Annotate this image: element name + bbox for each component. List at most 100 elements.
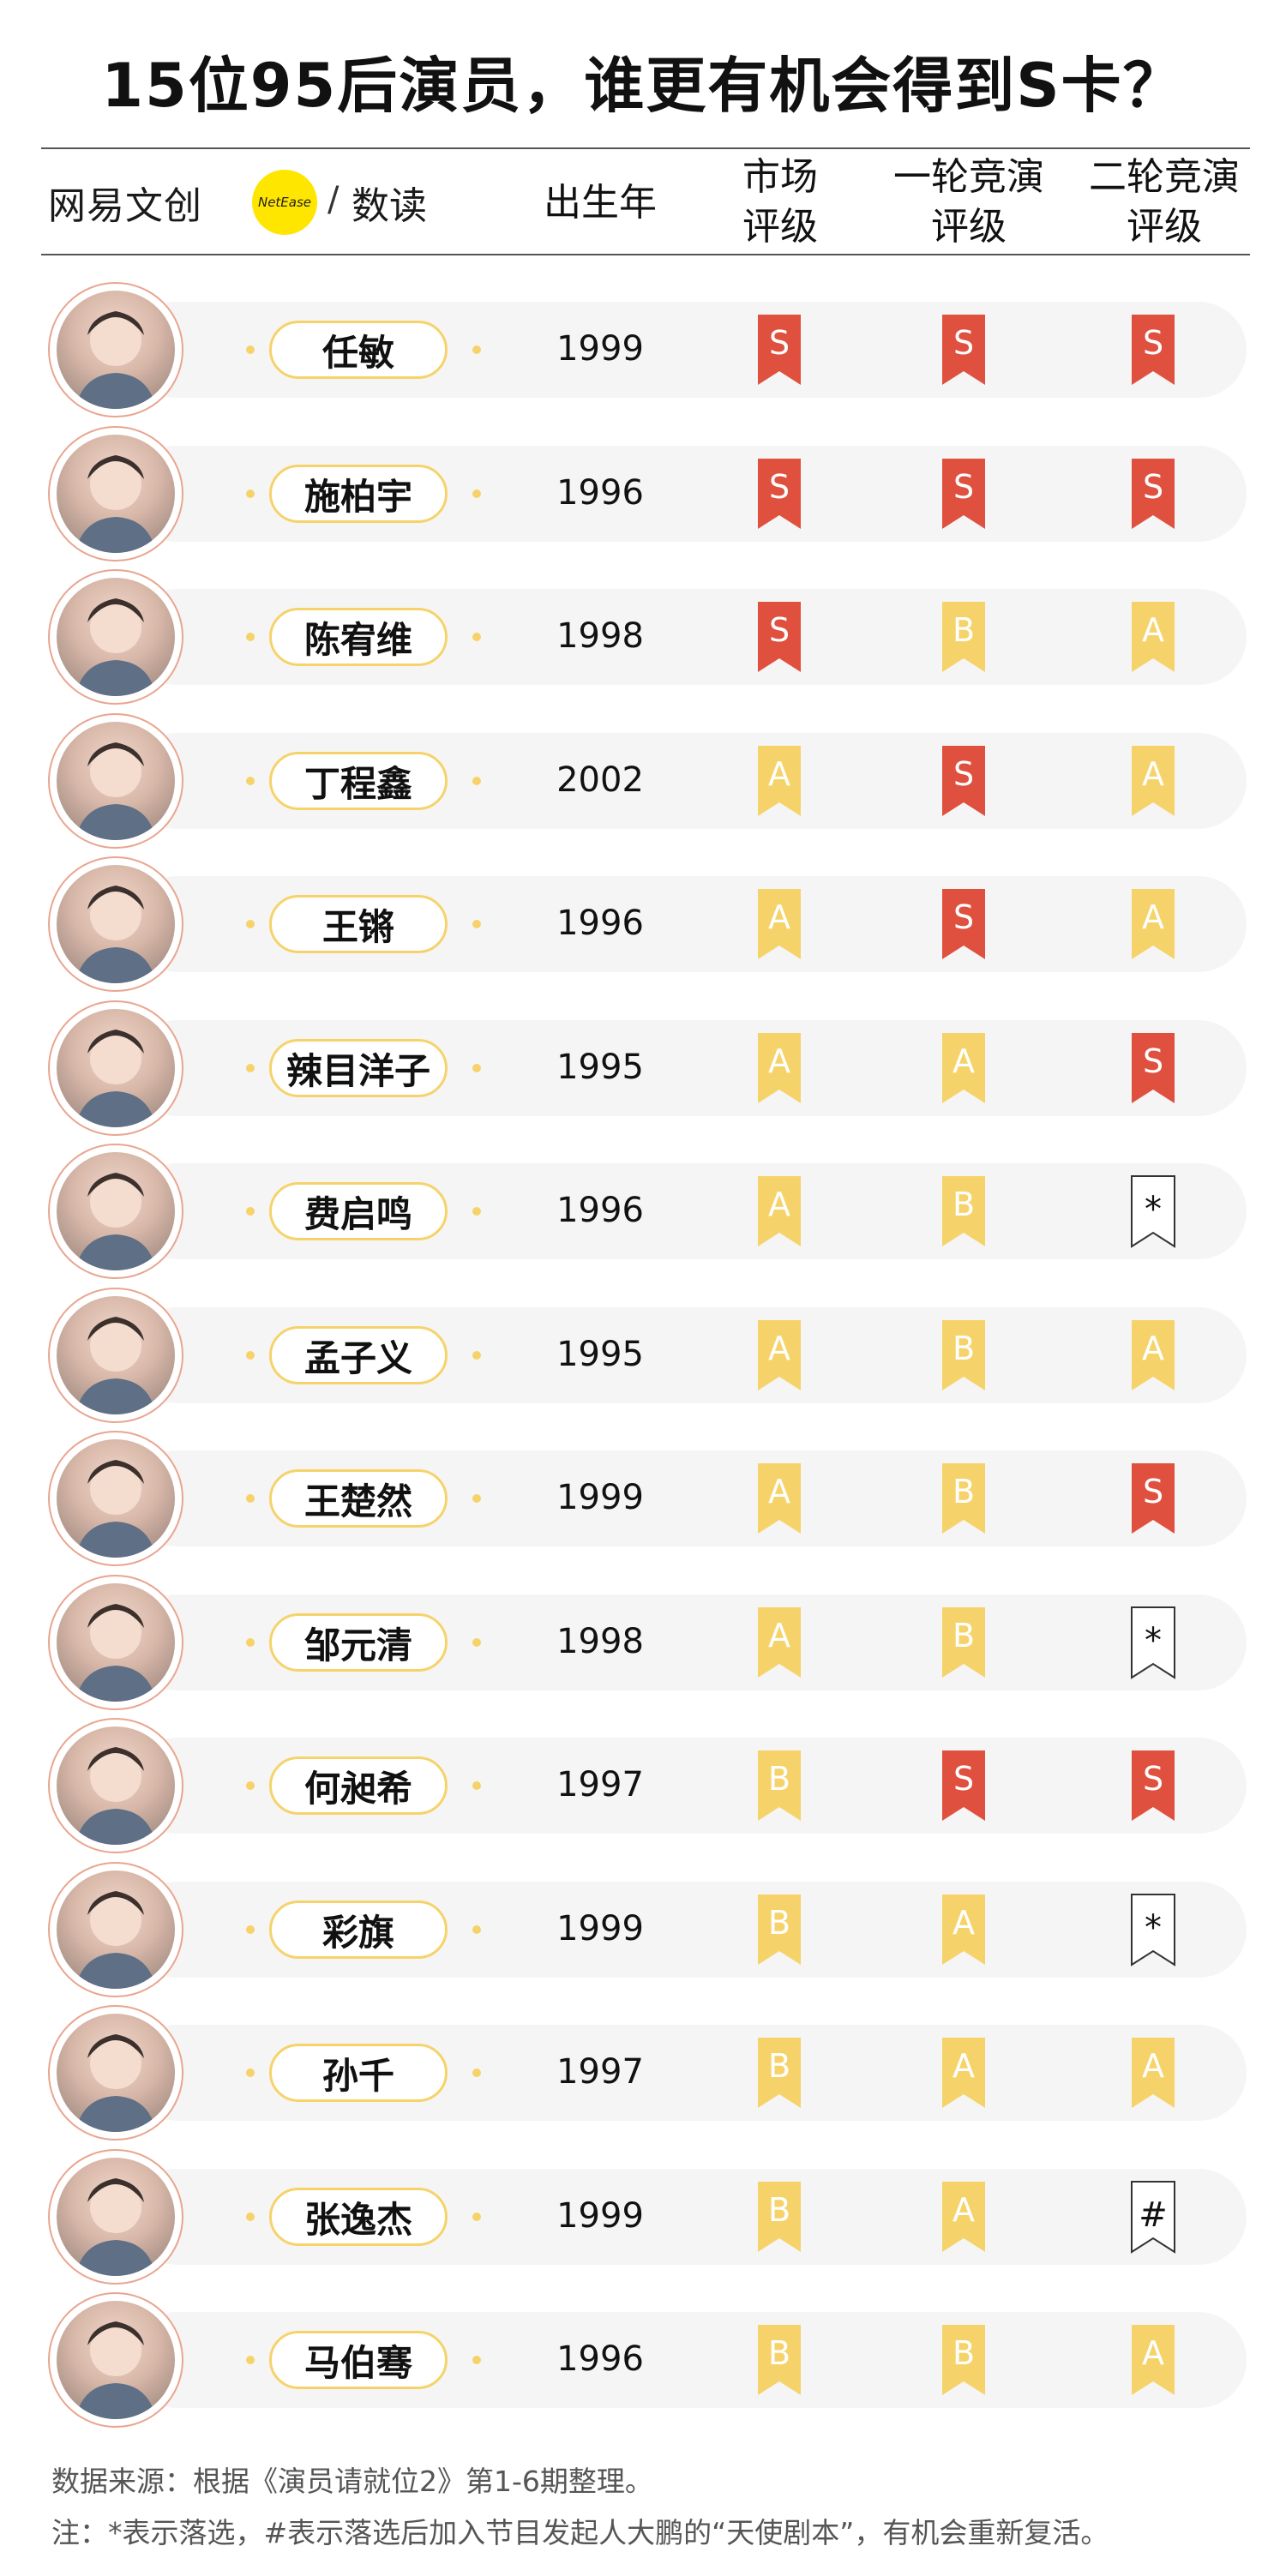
- birth-year: 1999: [556, 1909, 644, 1949]
- svg-text:A: A: [768, 898, 790, 936]
- rating-badge-round1: S: [940, 313, 987, 387]
- avatar: [48, 569, 183, 705]
- avatar-photo: [57, 1009, 175, 1127]
- header-birth-year-label: 出生年: [544, 181, 657, 225]
- bullet-left: [246, 1064, 255, 1072]
- bullet-left: [246, 2069, 255, 2077]
- svg-text:*: *: [1145, 1621, 1162, 1660]
- rating-badge-round1: S: [940, 1749, 987, 1822]
- birth-year: 1996: [556, 2339, 644, 2379]
- actor-name: 马伯骞: [269, 2331, 448, 2389]
- svg-text:A: A: [952, 2047, 975, 2085]
- avatar: [48, 1288, 183, 1423]
- actor-name: 张逸杰: [269, 2188, 448, 2246]
- rating-badge-market: A: [756, 1462, 802, 1535]
- svg-text:S: S: [769, 468, 790, 506]
- svg-text:S: S: [953, 898, 974, 936]
- actor-name: 王锵: [269, 895, 448, 953]
- header-round2-line2: 评级: [1127, 205, 1202, 249]
- actor-name: 丁程鑫: [269, 752, 448, 810]
- rating-badge-market: A: [756, 1031, 802, 1105]
- birth-year: 2002: [556, 760, 644, 800]
- actor-name: 邹元清: [269, 1613, 448, 1672]
- svg-text:A: A: [768, 1042, 790, 1080]
- rating-badge-round2: A: [1130, 744, 1176, 818]
- svg-text:S: S: [769, 611, 790, 649]
- birth-year: 1996: [556, 1191, 644, 1230]
- svg-text:A: A: [1142, 898, 1164, 936]
- svg-text:A: A: [1142, 1330, 1164, 1367]
- header-round2-line1: 二轮竞演: [1089, 155, 1240, 199]
- rating-badge-round2: A: [1130, 1318, 1176, 1392]
- svg-text:A: A: [1142, 2334, 1164, 2372]
- bullet-right: [472, 1925, 481, 1934]
- rating-badge-round2: S: [1130, 457, 1176, 531]
- rating-badge-market: A: [756, 1174, 802, 1248]
- svg-text:A: A: [768, 1473, 790, 1510]
- svg-text:S: S: [1143, 1042, 1163, 1080]
- rating-badge-market: A: [756, 887, 802, 961]
- svg-text:B: B: [952, 1473, 975, 1510]
- rating-badge-round2: S: [1130, 1749, 1176, 1822]
- svg-text:A: A: [768, 1617, 790, 1654]
- avatar: [48, 426, 183, 561]
- avatar-photo: [57, 1870, 175, 1989]
- rating-badge-round1: A: [940, 2036, 987, 2110]
- birth-year: 1996: [556, 473, 644, 513]
- bullet-right: [472, 1781, 481, 1790]
- svg-text:A: A: [1142, 2047, 1164, 2085]
- brand-dot: NetEase: [252, 170, 317, 235]
- svg-text:S: S: [953, 755, 974, 793]
- rating-badge-round1: S: [940, 887, 987, 961]
- rating-badge-round1: A: [940, 2180, 987, 2254]
- svg-text:*: *: [1145, 1190, 1162, 1229]
- rating-badge-round1: A: [940, 1031, 987, 1105]
- actor-name: 孙千: [269, 2044, 448, 2102]
- svg-text:A: A: [768, 755, 790, 793]
- header-birth-year: 出生年: [514, 177, 686, 230]
- rating-badge-round1: B: [940, 1174, 987, 1248]
- avatar-photo: [57, 578, 175, 696]
- bullet-left: [246, 2213, 255, 2221]
- header-round1: 一轮竞演 评级: [883, 153, 1055, 252]
- rating-badge-round2: S: [1130, 1031, 1176, 1105]
- avatar: [48, 282, 183, 417]
- svg-text:B: B: [952, 1186, 975, 1223]
- svg-text:A: A: [768, 1186, 790, 1223]
- rating-badge-round2: A: [1130, 887, 1176, 961]
- avatar-photo: [57, 1583, 175, 1702]
- rating-badge-round2: S: [1130, 313, 1176, 387]
- rating-badge-market: S: [756, 600, 802, 674]
- header-round1-line1: 一轮竞演: [893, 155, 1044, 199]
- rating-badge-round1: S: [940, 744, 987, 818]
- footer-note: 注：*表示落选，#表示落选后加入节目发起人大鹏的“天使剧本”，有机会重新复活。: [51, 2516, 1109, 2549]
- bullet-right: [472, 920, 481, 928]
- svg-text:A: A: [952, 2191, 975, 2229]
- rating-badge-round1: B: [940, 600, 987, 674]
- svg-text:B: B: [768, 2334, 790, 2372]
- rating-badge-market: B: [756, 1893, 802, 1967]
- svg-text:A: A: [952, 1042, 975, 1080]
- svg-text:B: B: [952, 2334, 975, 2372]
- rating-badge-market: B: [756, 2180, 802, 2254]
- rating-badge-round2: S: [1130, 1462, 1176, 1535]
- brand-name: 网易文创: [48, 184, 202, 228]
- footer-source: 数据来源：根据《演员请就位2》第1-6期整理。: [51, 2465, 653, 2498]
- bullet-right: [472, 2356, 481, 2364]
- svg-text:B: B: [768, 2047, 790, 2085]
- svg-text:A: A: [768, 1330, 790, 1367]
- svg-text:B: B: [768, 2191, 790, 2229]
- bullet-left: [246, 345, 255, 354]
- bullet-left: [246, 920, 255, 928]
- rating-badge-market: A: [756, 1606, 802, 1679]
- avatar: [48, 1862, 183, 1997]
- actor-name: 王楚然: [269, 1469, 448, 1528]
- svg-text:S: S: [1143, 324, 1163, 362]
- rating-badge-round2: *: [1130, 1174, 1176, 1248]
- avatar: [48, 713, 183, 849]
- svg-text:A: A: [1142, 611, 1164, 649]
- bullet-right: [472, 2213, 481, 2221]
- birth-year: 1995: [556, 1048, 644, 1087]
- brand-sub: 数读: [352, 184, 427, 228]
- actor-name: 施柏宇: [269, 465, 448, 523]
